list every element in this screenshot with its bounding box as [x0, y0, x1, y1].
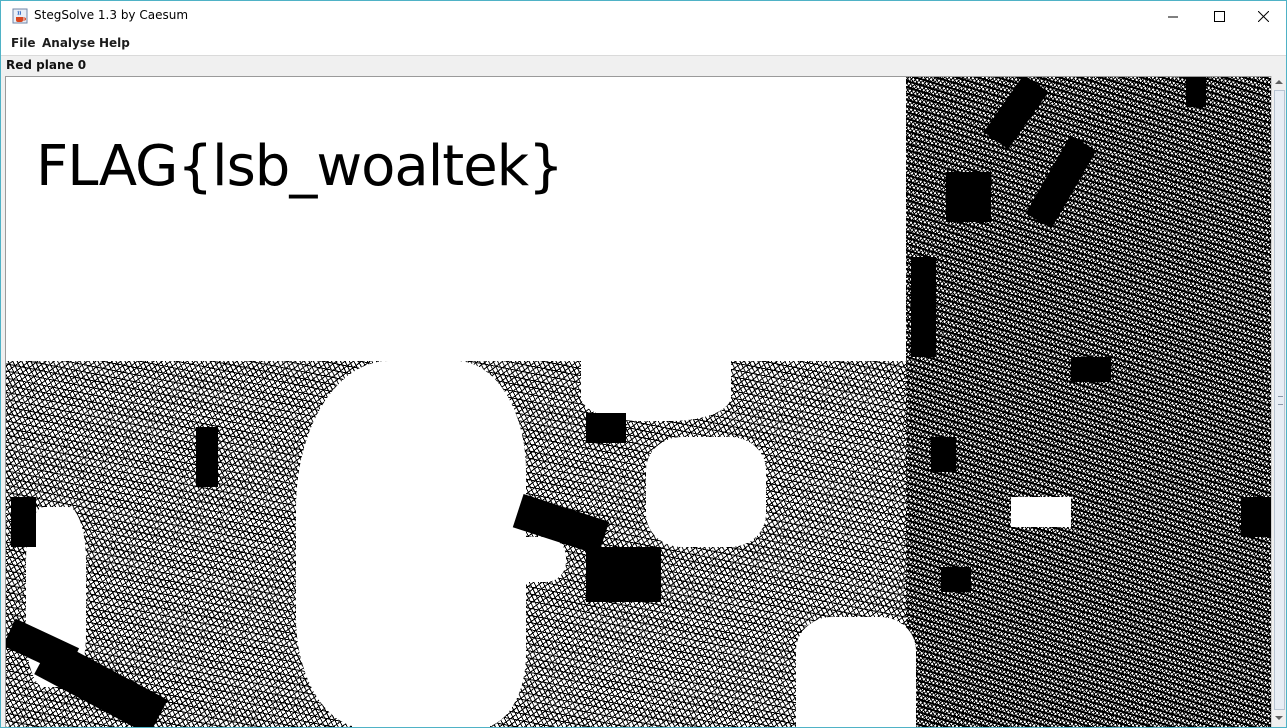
image-black-area [11, 497, 36, 547]
image-white-area [646, 437, 766, 547]
close-button[interactable] [1240, 1, 1286, 31]
minimize-button[interactable] [1150, 1, 1196, 31]
flag-text: FLAG{lsb_woaltek} [36, 134, 564, 199]
scroll-down-icon[interactable] [1275, 716, 1283, 720]
java-coffee-cup-icon[interactable] [12, 8, 28, 24]
image-viewport[interactable]: FLAG{lsb_woaltek} [5, 76, 1272, 727]
image-black-area [196, 427, 218, 487]
image-black-area [586, 413, 626, 443]
minimize-icon [1167, 16, 1178, 17]
menu-bar: File Analyse Help [1, 31, 1286, 56]
image-black-area [931, 437, 956, 472]
scrollbar-thumb[interactable] [1274, 90, 1285, 710]
image-black-area [1071, 357, 1111, 382]
image-black-area [1186, 77, 1206, 107]
scroll-up-icon[interactable] [1275, 80, 1283, 84]
image-white-area [581, 361, 731, 421]
image-white-area [1011, 497, 1071, 527]
image-white-area [446, 537, 566, 582]
plane-label: Red plane 0 [6, 58, 87, 72]
scrollbar-grip-icon [1278, 396, 1283, 405]
stegsolve-window: StegSolve 1.3 by Caesum File Analyse Hel… [0, 0, 1287, 728]
window-title: StegSolve 1.3 by Caesum [34, 8, 189, 22]
image-black-area [1241, 497, 1272, 537]
menu-file[interactable]: File [11, 36, 36, 50]
image-black-area [586, 547, 661, 602]
menu-help[interactable]: Help [99, 36, 130, 50]
maximize-icon [1213, 10, 1225, 22]
image-black-area [946, 172, 991, 222]
image-white-area [796, 617, 916, 727]
image-black-area [941, 567, 971, 592]
menu-analyse[interactable]: Analyse [42, 36, 95, 50]
image-black-area [911, 257, 936, 357]
maximize-button[interactable] [1196, 1, 1242, 31]
close-icon [1257, 10, 1269, 22]
title-bar[interactable]: StegSolve 1.3 by Caesum [1, 1, 1286, 31]
vertical-scrollbar[interactable] [1271, 76, 1286, 727]
